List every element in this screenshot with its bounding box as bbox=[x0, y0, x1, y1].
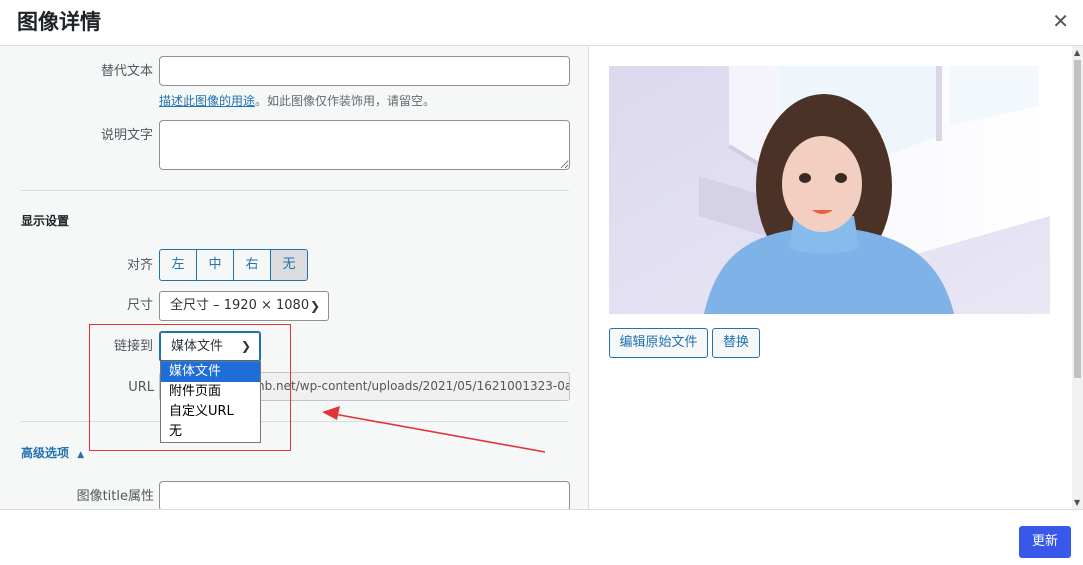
size-select-value: 全尺寸 – 1920 × 1080 bbox=[170, 298, 310, 313]
dropdown-option[interactable]: 无 bbox=[161, 422, 260, 442]
link-to-label: 链接到 bbox=[113, 339, 153, 354]
advanced-options-label: 高级选项 bbox=[21, 446, 70, 460]
alt-text-label: 替代文本 bbox=[100, 64, 153, 79]
title-attr-input[interactable] bbox=[159, 481, 570, 509]
display-settings-title: 显示设置 bbox=[21, 214, 70, 228]
size-select[interactable]: 全尺寸 – 1920 × 1080 ❯ bbox=[159, 291, 329, 321]
alt-text-hint: 描述此图像的用途。如此图像仅作装饰用，请留空。 bbox=[159, 93, 435, 109]
align-label: 对齐 bbox=[126, 258, 153, 273]
caption-label: 说明文字 bbox=[100, 128, 153, 143]
update-button[interactable]: 更新 bbox=[1019, 526, 1071, 558]
alt-text-hint-text: 。如此图像仅作装饰用，请留空。 bbox=[255, 94, 436, 108]
url-label: URL bbox=[128, 380, 154, 395]
caption-textarea[interactable] bbox=[159, 120, 570, 170]
align-center-button[interactable]: 中 bbox=[196, 249, 234, 281]
modal-footer: 更新 bbox=[0, 509, 1083, 565]
chevron-down-icon: ❯ bbox=[309, 299, 320, 313]
size-label: 尺寸 bbox=[126, 298, 153, 313]
link-to-dropdown: 媒体文件 附件页面 自定义URL 无 bbox=[160, 361, 261, 443]
modal-title: 图像详情 bbox=[17, 10, 101, 34]
edit-original-button[interactable]: 编辑原始文件 bbox=[609, 328, 708, 358]
modal-header: 图像详情 ✕ bbox=[0, 0, 1083, 46]
align-left-button[interactable]: 左 bbox=[159, 249, 197, 281]
chevron-down-icon: ❯ bbox=[240, 339, 251, 353]
close-icon[interactable]: ✕ bbox=[1052, 9, 1069, 33]
scrollbar[interactable]: ▲ ▼ bbox=[1072, 46, 1083, 509]
align-none-button[interactable]: 无 bbox=[270, 249, 308, 281]
advanced-options-toggle[interactable]: 高级选项 ▲ bbox=[21, 444, 84, 461]
triangle-up-icon: ▲ bbox=[77, 450, 85, 460]
section-divider bbox=[21, 421, 569, 422]
image-preview-panel: 编辑原始文件 替换 bbox=[589, 46, 1083, 509]
link-to-select[interactable]: 媒体文件 ❯ bbox=[159, 331, 261, 362]
align-button-group: 左 中 右 无 bbox=[159, 249, 308, 281]
dropdown-option[interactable]: 媒体文件 bbox=[161, 362, 260, 382]
alt-text-hint-link[interactable]: 描述此图像的用途 bbox=[159, 94, 255, 108]
replace-button[interactable]: 替换 bbox=[712, 328, 760, 358]
dropdown-option[interactable]: 附件页面 bbox=[161, 382, 260, 402]
dropdown-option[interactable]: 自定义URL bbox=[161, 402, 260, 422]
align-right-button[interactable]: 右 bbox=[233, 249, 271, 281]
scroll-down-icon[interactable]: ▼ bbox=[1074, 498, 1080, 507]
title-attr-label: 图像title属性 bbox=[76, 489, 154, 504]
image-preview bbox=[609, 66, 1050, 314]
settings-panel: 替代文本 描述此图像的用途。如此图像仅作装饰用，请留空。 说明文字 显示设置 对… bbox=[0, 46, 589, 509]
alt-text-input[interactable] bbox=[159, 56, 570, 86]
scrollbar-thumb[interactable] bbox=[1074, 60, 1081, 378]
photo-illustration bbox=[609, 66, 1050, 314]
scroll-up-icon[interactable]: ▲ bbox=[1074, 48, 1080, 57]
section-divider bbox=[21, 190, 569, 191]
link-to-select-value: 媒体文件 bbox=[171, 339, 224, 354]
